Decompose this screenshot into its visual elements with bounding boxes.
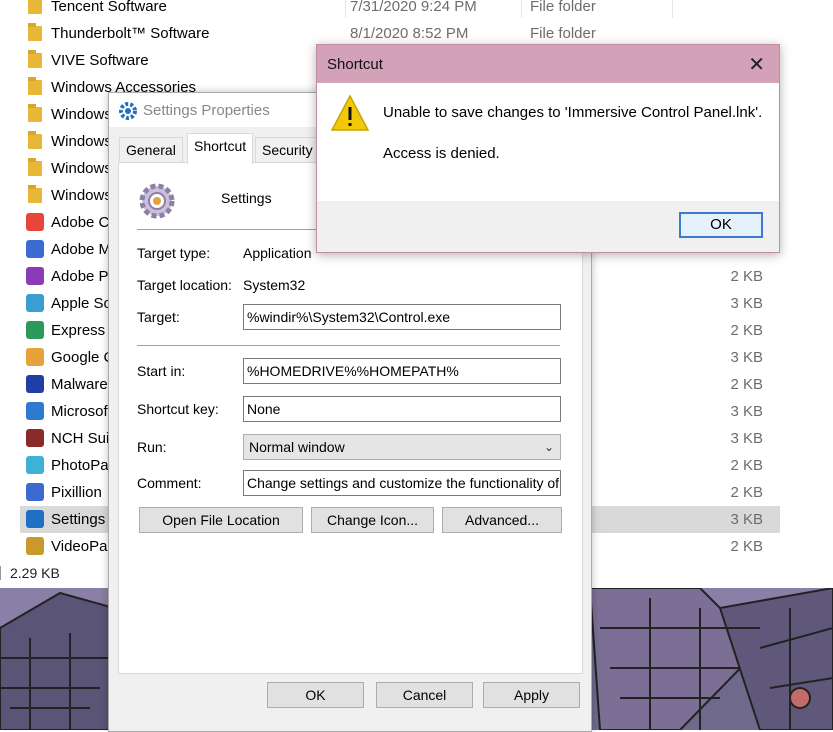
folder-icon (28, 131, 42, 149)
run-label: Run: (137, 439, 167, 455)
file-name: VideoPa (51, 538, 108, 555)
shortcut-icon (26, 294, 44, 312)
cancel-button[interactable]: Cancel (376, 682, 473, 708)
tab-general[interactable]: General (119, 137, 183, 162)
error-detail: Access is denied. (383, 145, 500, 162)
error-ok-button[interactable]: OK (679, 212, 763, 238)
target-type-label: Target type: (137, 245, 211, 261)
folder-icon (28, 158, 42, 176)
shortcut-icon (26, 375, 44, 393)
file-size: 3 KB (730, 349, 763, 366)
target-location-value: System32 (243, 277, 306, 293)
error-title: Shortcut (327, 56, 383, 73)
folder-icon (28, 185, 42, 203)
target-type-value: Application (243, 245, 312, 261)
file-size: 3 KB (730, 295, 763, 312)
divider (137, 345, 560, 346)
folder-icon (28, 104, 42, 122)
folder-icon (28, 23, 42, 41)
shortcut-icon (26, 510, 44, 528)
shortcut-icon (26, 429, 44, 447)
properties-title: Settings Properties (143, 102, 270, 119)
shortcut-icon (26, 483, 44, 501)
settings-app-icon (139, 183, 175, 219)
file-name: Google C (51, 349, 115, 366)
shortcut-icon (26, 348, 44, 366)
shortcut-key-input[interactable]: None (243, 396, 561, 422)
file-row[interactable]: Thunderbolt™ Software 8/1/2020 8:52 PM Fil… (20, 20, 780, 47)
file-name: Windows (51, 106, 112, 123)
shortcut-icon (26, 456, 44, 474)
folder-icon (28, 50, 42, 68)
warning-icon (330, 94, 370, 131)
shortcut-icon (26, 240, 44, 258)
file-name: Adobe C (51, 214, 110, 231)
error-message: Unable to save changes to 'Immersive Con… (383, 104, 763, 121)
file-name: Malware (51, 376, 108, 393)
folder-icon (28, 0, 42, 14)
file-size: 2 KB (730, 484, 763, 501)
error-dialog: Shortcut ✕ Unable to save changes to 'Im… (316, 44, 780, 253)
file-date: 8/1/2020 8:52 PM (350, 25, 469, 42)
file-type: File folder (530, 25, 596, 42)
chevron-down-icon: ⌄ (543, 440, 554, 454)
change-icon-button[interactable]: Change Icon... (311, 507, 434, 533)
shortcut-name: Settings (221, 190, 272, 206)
shortcut-icon (26, 402, 44, 420)
file-size: 2 KB (730, 538, 763, 555)
run-select-value: Normal window (249, 439, 345, 455)
target-location-label: Target location: (137, 277, 232, 293)
file-type: File folder (530, 0, 596, 15)
file-size: 2 KB (730, 376, 763, 393)
start-in-input[interactable]: %HOMEDRIVE%%HOMEPATH% (243, 358, 561, 384)
file-name: Settings (51, 511, 106, 528)
file-size: 2 KB (730, 322, 763, 339)
file-row[interactable]: Tencent Software 7/31/2020 9:24 PM File fo… (20, 0, 780, 20)
open-file-location-button[interactable]: Open File Location (139, 507, 303, 533)
error-titlebar[interactable]: Shortcut ✕ (317, 45, 779, 83)
file-size: 3 KB (730, 403, 763, 420)
file-date: 7/31/2020 9:24 PM (350, 0, 477, 15)
status-separator (0, 566, 1, 580)
file-name: Tencent Software (51, 0, 167, 15)
run-select[interactable]: Normal window ⌄ (243, 434, 561, 460)
shortcut-icon (26, 537, 44, 555)
comment-label: Comment: (137, 475, 202, 491)
file-size: 2 KB (730, 268, 763, 285)
comment-input[interactable]: Change settings and customize the functi… (243, 470, 561, 496)
file-name: PhotoPa (51, 457, 109, 474)
file-size: 3 KB (730, 430, 763, 447)
file-name: VIVE Software (51, 52, 149, 69)
file-name: Windows (51, 133, 112, 150)
file-name: Adobe P (51, 268, 109, 285)
file-name: Adobe M (51, 241, 112, 258)
file-name: Pixillion (51, 484, 102, 501)
file-name: NCH Sui (51, 430, 110, 447)
status-size: 2.29 KB (10, 565, 60, 581)
folder-icon (28, 77, 42, 95)
shortcut-icon (26, 267, 44, 285)
tab-security[interactable]: Security (255, 137, 320, 162)
tab-shortcut[interactable]: Shortcut (187, 133, 254, 164)
close-icon[interactable]: ✕ (748, 52, 765, 77)
settings-gear-icon (119, 102, 137, 120)
shortcut-icon (26, 321, 44, 339)
file-name: Microsof (51, 403, 108, 420)
file-size: 2 KB (730, 457, 763, 474)
file-name: Windows (51, 187, 112, 204)
ok-button[interactable]: OK (267, 682, 364, 708)
file-name: Windows (51, 160, 112, 177)
target-input[interactable]: %windir%\System32\Control.exe (243, 304, 561, 330)
start-in-label: Start in: (137, 363, 186, 379)
advanced-button[interactable]: Advanced... (442, 507, 562, 533)
shortcut-key-label: Shortcut key: (137, 401, 219, 417)
apply-button[interactable]: Apply (483, 682, 580, 708)
file-name: Thunderbolt™ Software (51, 25, 210, 42)
shortcut-icon (26, 213, 44, 231)
target-label: Target: (137, 309, 180, 325)
file-size: 3 KB (730, 511, 763, 528)
file-name: Apple So (51, 295, 112, 312)
